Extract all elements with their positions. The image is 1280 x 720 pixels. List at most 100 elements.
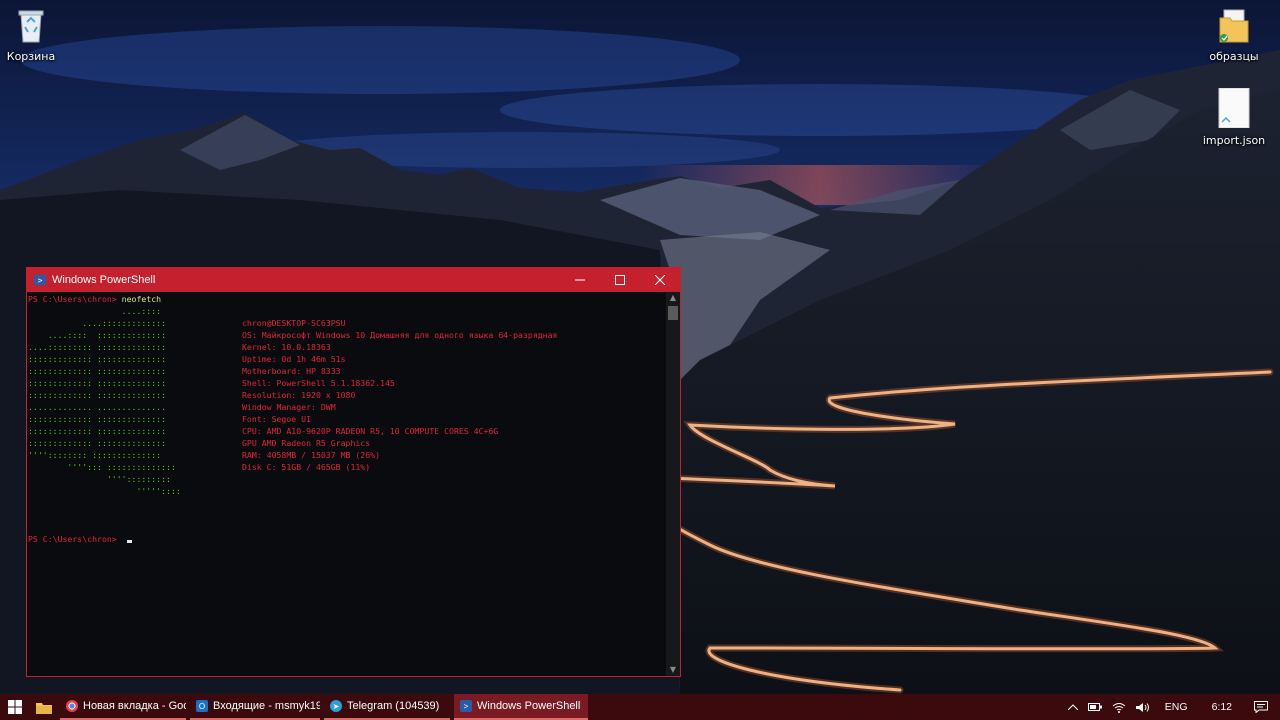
battery-button[interactable] <box>1083 694 1107 720</box>
neofetch-row: ::::::::::::: :::::::::::::: Uptime: 0d 1… <box>28 353 666 365</box>
start-button[interactable] <box>0 694 30 720</box>
neofetch-logo-line: ::::::::::::: :::::::::::::: <box>28 354 167 364</box>
taskbar-app-label: Входящие - msmyk19... <box>213 700 320 712</box>
neofetch-logo-line: ::::::::::::: :::::::::::::: <box>28 366 167 376</box>
folder-icon <box>1194 8 1274 47</box>
input-language-button[interactable]: ENG <box>1155 694 1198 720</box>
neofetch-info-line: Uptime: 0d 1h 46m 51s <box>242 354 346 364</box>
neofetch-row: ....:::: <box>28 305 666 317</box>
neofetch-row: ''''':::: <box>28 485 666 497</box>
powershell-icon: > <box>34 275 46 285</box>
terminal-line: PS C:\Users\chron> <box>28 533 666 545</box>
neofetch-info-line: Resolution: 1920 x 1080 <box>242 390 356 400</box>
desktop-icon-samples-folder[interactable]: образцы <box>1194 8 1274 63</box>
taskbar-app-label: Новая вкладка - Goo... <box>83 700 186 712</box>
terminal-prompt: PS C:\Users\chron> <box>28 534 122 544</box>
neofetch-row: ::::::::::::: :::::::::::::: CPU: AMD A10… <box>28 425 666 437</box>
notifications-icon <box>1254 701 1268 713</box>
scroll-up-icon[interactable]: ▲ <box>666 292 680 304</box>
wifi-button[interactable] <box>1107 694 1131 720</box>
volume-icon <box>1135 702 1149 712</box>
neofetch-info-line: CPU: AMD A10-9620P RADEON R5, 10 COMPUTE… <box>242 426 499 436</box>
desktop-icon-label: образцы <box>1209 50 1259 63</box>
file-explorer-icon <box>36 702 52 714</box>
maximize-icon <box>615 275 625 285</box>
taskbar-app-label: Windows PowerShell <box>477 700 581 712</box>
window-titlebar[interactable]: > Windows PowerShell <box>27 268 680 292</box>
neofetch-logo-line: ....:::: :::::::::::::: <box>28 330 167 340</box>
taskbar-app-outlook[interactable]: O Входящие - msmyk19... <box>190 694 320 720</box>
neofetch-logo-line: ::::::::::::: :::::::::::::: <box>28 378 167 388</box>
neofetch-logo-line: '''':::::::: :::::::::::::: <box>28 450 162 460</box>
neofetch-logo-line: ::::::::::::: :::::::::::::: <box>28 426 167 436</box>
minimize-button[interactable] <box>560 268 600 292</box>
vertical-scrollbar[interactable]: ▲ ▼ <box>666 292 680 676</box>
desktop-icon-recycle-bin[interactable]: Корзина <box>0 6 71 63</box>
action-center-button[interactable] <box>1246 694 1280 720</box>
neofetch-info-line: GPU AMD Radeon R5 Graphics <box>242 438 371 448</box>
neofetch-logo-line: ............. .............. <box>28 402 167 412</box>
neofetch-info-line: Motherboard: HP 8333 <box>242 366 341 376</box>
scrollbar-thumb[interactable] <box>668 306 678 320</box>
maximize-button[interactable] <box>600 268 640 292</box>
neofetch-row: ::::::::::::: :::::::::::::: Motherboard:… <box>28 365 666 377</box>
json-file-icon <box>1194 87 1274 131</box>
terminal-line: PS C:\Users\chron> neofetch <box>28 293 666 305</box>
neofetch-info-line: OS: Майкрософт Windows 10 Домашняя для о… <box>242 330 558 340</box>
terminal-output[interactable]: PS C:\Users\chron> neofetch ....:::: ...… <box>27 292 666 676</box>
clock[interactable]: 6:12 <box>1198 694 1246 720</box>
neofetch-info-line: Shell: PowerShell 5.1.18362.145 <box>242 378 395 388</box>
minimize-icon <box>575 279 585 281</box>
close-icon <box>655 275 665 285</box>
taskbar-app-telegram[interactable]: ➤ Telegram (104539) <box>324 694 450 720</box>
taskbar-app-label: Telegram (104539) <box>347 700 440 712</box>
neofetch-logo-line: ''''::: :::::::::::::: <box>28 462 176 472</box>
wifi-icon <box>1112 702 1126 713</box>
neofetch-row: ....:::: :::::::::::::: OS: Майкрософт Wi… <box>28 329 666 341</box>
terminal-command: neofetch <box>121 294 162 304</box>
text-cursor <box>126 540 132 543</box>
neofetch-row: ::::::::::::: :::::::::::::: GPU AMD Rade… <box>28 437 666 449</box>
window-title: Windows PowerShell <box>52 274 156 286</box>
neofetch-logo-line: ....::::::::: :::::::::::::: <box>28 342 167 352</box>
neofetch-row: '''':::::::: :::::::::::::: RAM: 4058MB /… <box>28 449 666 461</box>
neofetch-info-line: Window Manager: DWM <box>242 402 336 412</box>
neofetch-output: ....:::: ....::::::::::::: chron@DESKTOP-… <box>28 305 666 497</box>
neofetch-logo-line: ::::::::::::: :::::::::::::: <box>28 438 167 448</box>
neofetch-row: ''''::: :::::::::::::: Disk C: 51GB / 465… <box>28 461 666 473</box>
neofetch-info-line: chron@DESKTOP-SC63PSU <box>242 318 346 328</box>
neofetch-logo-line: ''''':::: <box>28 486 181 496</box>
desktop-icon-import-json[interactable]: import.json <box>1194 87 1274 147</box>
neofetch-row: ::::::::::::: :::::::::::::: Shell: Power… <box>28 377 666 389</box>
neofetch-row: ::::::::::::: :::::::::::::: Font: Segoe … <box>28 413 666 425</box>
neofetch-logo-line: ::::::::::::: :::::::::::::: <box>28 414 167 424</box>
neofetch-info-line: RAM: 4058MB / 15037 MB (26%) <box>242 450 381 460</box>
neofetch-row: ::::::::::::: :::::::::::::: Resolution: … <box>28 389 666 401</box>
telegram-icon: ➤ <box>330 700 342 712</box>
show-hidden-icons-button[interactable] <box>1063 694 1083 720</box>
desktop-icon-label: import.json <box>1202 134 1266 147</box>
scroll-down-icon[interactable]: ▼ <box>666 664 680 676</box>
powershell-icon: > <box>460 700 472 712</box>
neofetch-info-line: Kernel: 10.0.18363 <box>242 342 331 352</box>
powershell-window[interactable]: > Windows PowerShell PS C:\Users\chron> … <box>26 267 681 677</box>
volume-button[interactable] <box>1131 694 1155 720</box>
neofetch-logo-line: ::::::::::::: :::::::::::::: <box>28 390 167 400</box>
taskbar: Новая вкладка - Goo... O Входящие - msmyk1… <box>0 694 1280 720</box>
system-tray: ENG 6:12 <box>1063 694 1280 720</box>
windows-logo-icon <box>8 700 22 714</box>
chevron-up-icon <box>1067 704 1078 710</box>
taskbar-app-powershell[interactable]: > Windows PowerShell <box>454 694 588 720</box>
neofetch-info-line: Disk C: 51GB / 465GB (11%) <box>242 462 371 472</box>
neofetch-logo-line: ''''::::::::: <box>28 474 171 484</box>
close-button[interactable] <box>640 268 680 292</box>
neofetch-row: ''''::::::::: <box>28 473 666 485</box>
taskbar-app-chrome[interactable]: Новая вкладка - Goo... <box>60 694 186 720</box>
outlook-icon: O <box>196 700 208 712</box>
neofetch-info-line: Font: Segoe UI <box>242 414 312 424</box>
neofetch-logo-line: ....::::::::::::: <box>28 318 167 328</box>
neofetch-row: ............. .............. Window Manag… <box>28 401 666 413</box>
taskbar-file-explorer[interactable] <box>30 694 58 720</box>
desktop-icon-label: Корзина <box>6 50 56 63</box>
chrome-icon <box>66 700 78 712</box>
